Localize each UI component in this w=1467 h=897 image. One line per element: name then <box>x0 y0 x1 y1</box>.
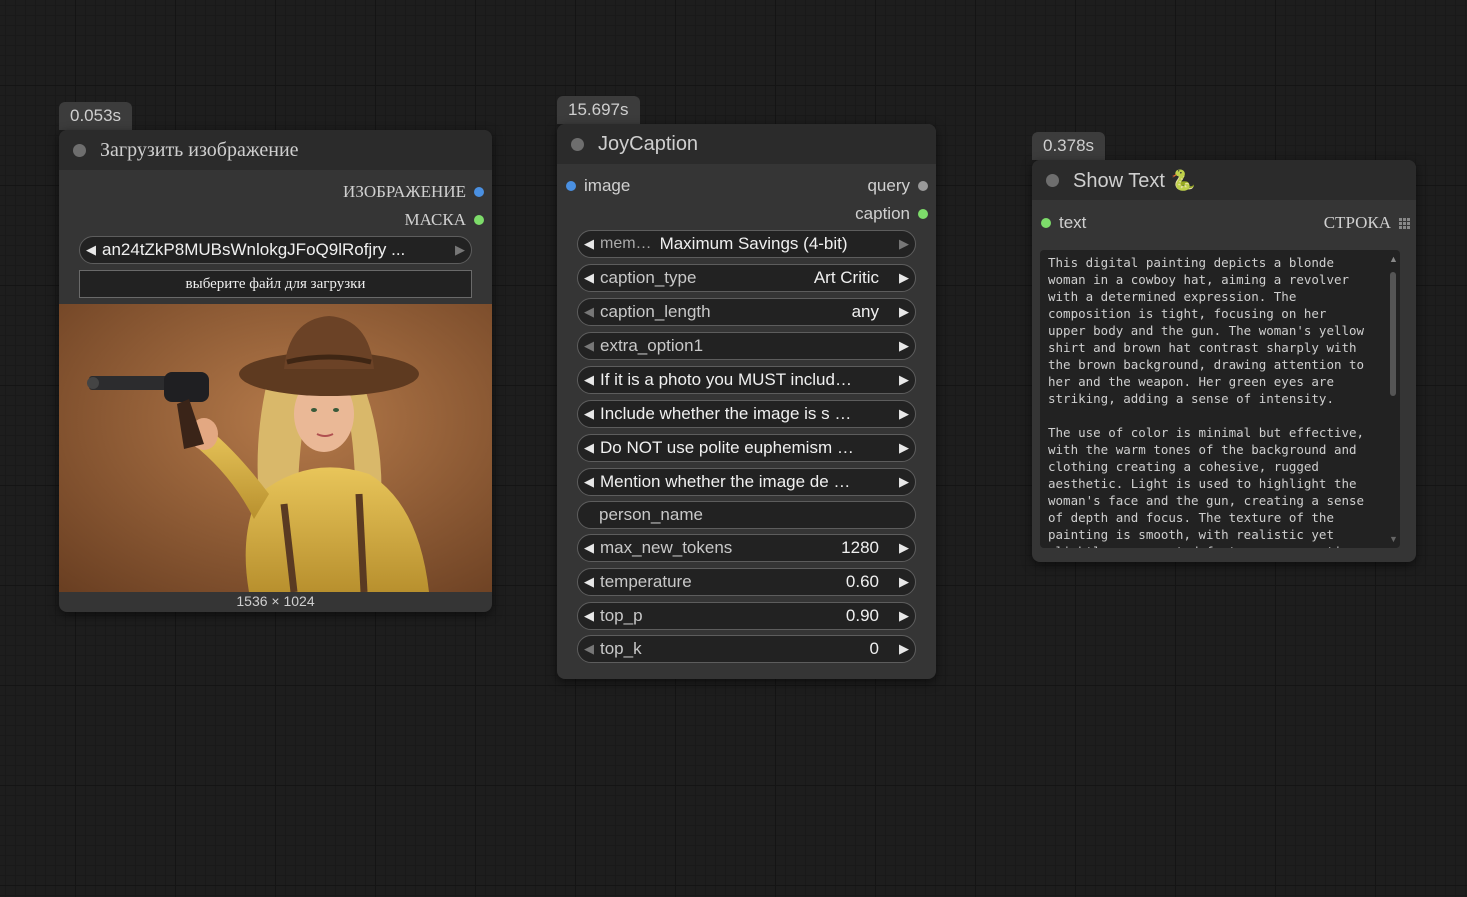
text-line: her and the weapon. Her green eyes are <box>1048 374 1334 389</box>
next-arrow-icon[interactable]: ▶ <box>893 440 915 456</box>
next-arrow-icon[interactable]: ▶ <box>449 242 471 258</box>
text-line: with the warm tones of the background an… <box>1048 442 1357 457</box>
node-status-dot <box>571 137 584 151</box>
joy-node-time-badge: 15.697s <box>557 96 640 124</box>
prev-arrow-icon[interactable]: ◀ <box>578 440 600 456</box>
text-line: painting is smooth, with realistic yet <box>1048 527 1334 542</box>
text-line: upper body and the gun. The woman's yell… <box>1048 323 1365 338</box>
image-size-label: 1536 × 1024 <box>236 593 315 609</box>
text-line <box>1048 407 1400 424</box>
input-slot-text[interactable]: text <box>1041 213 1086 233</box>
node-status-dot <box>1046 173 1059 187</box>
scroll-up-icon[interactable]: ▲ <box>1389 254 1398 264</box>
top-k-number[interactable]: ◀ top_k 0 ▶ <box>577 635 916 663</box>
caption-type-combo[interactable]: ◀ caption_type Art Critic ▶ <box>577 264 916 292</box>
text-line: shirt and brown hat contrast sharply wit… <box>1048 340 1357 355</box>
increment-arrow-icon[interactable]: ▶ <box>893 574 915 590</box>
decrement-arrow-icon[interactable]: ◀ <box>578 608 600 624</box>
output-slot-image[interactable]: ИЗОБРАЖЕНИЕ <box>343 182 484 202</box>
textarea-scrollbar[interactable]: ▲ ▼ <box>1386 250 1400 548</box>
query-output-dot[interactable] <box>918 181 928 191</box>
text-input-dot[interactable] <box>1041 218 1051 228</box>
load-node-time-badge: 0.053s <box>59 102 133 130</box>
top-p-number[interactable]: ◀ top_p 0.90 ▶ <box>577 602 916 630</box>
output-slot-mask[interactable]: МАСКА <box>404 210 484 230</box>
prev-arrow-icon[interactable]: ◀ <box>578 372 600 388</box>
next-arrow-icon[interactable]: ▶ <box>893 474 915 490</box>
text-line: the brown background, drawing attention … <box>1048 357 1365 372</box>
decrement-arrow-icon[interactable]: ◀ <box>578 574 600 590</box>
show-node-header[interactable]: Show Text 🐍 <box>1032 160 1416 200</box>
max-new-tokens-number[interactable]: ◀ max_new_tokens 1280 ▶ <box>577 534 916 562</box>
text-line: aesthetic. Light is used to highlight th… <box>1048 476 1357 491</box>
caption-output-dot[interactable] <box>918 209 928 219</box>
next-arrow-icon[interactable]: ▶ <box>893 236 915 252</box>
text-line: with a determined expression. The <box>1048 289 1297 304</box>
image-output-dot[interactable] <box>474 187 484 197</box>
text-line: The use of color is minimal but effectiv… <box>1048 425 1365 440</box>
show-node-title: Show Text 🐍 <box>1073 169 1196 192</box>
text-line: This digital painting depicts a blonde <box>1048 255 1334 270</box>
output-text-area[interactable]: This digital painting depicts a blonde wo… <box>1040 250 1400 548</box>
decrement-arrow-icon[interactable]: ◀ <box>578 540 600 556</box>
extra-option-euphemism-combo[interactable]: ◀ Do NOT use polite euphemism … ▶ <box>577 434 916 462</box>
next-arrow-icon[interactable]: ▶ <box>893 304 915 320</box>
extra-option-include-combo[interactable]: ◀ Include whether the image is s … ▶ <box>577 400 916 428</box>
scrollbar-thumb[interactable] <box>1390 272 1396 396</box>
joycaption-node[interactable]: JoyCaption image query caption ◀ mem… Ma… <box>557 124 936 679</box>
increment-arrow-icon[interactable]: ▶ <box>893 608 915 624</box>
text-line: woman's face and the gun, creating a sen… <box>1048 493 1365 508</box>
output-text-content: This digital painting depicts a blonde wo… <box>1040 250 1400 548</box>
increment-arrow-icon[interactable]: ▶ <box>893 641 915 657</box>
extra-option1-combo[interactable]: ◀ extra_option1 ▶ <box>577 332 916 360</box>
mask-output-dot[interactable] <box>474 215 484 225</box>
scroll-down-icon[interactable]: ▼ <box>1389 534 1398 544</box>
output-slot-caption[interactable]: caption <box>855 204 928 224</box>
extra-option-photo-combo[interactable]: ◀ If it is a photo you MUST includ… ▶ <box>577 366 916 394</box>
grid-icon[interactable] <box>1399 217 1410 229</box>
person-name-input[interactable]: person_name <box>577 501 916 529</box>
node-status-dot <box>73 143 86 157</box>
show-node-time-badge: 0.378s <box>1032 132 1106 160</box>
text-line: woman in a cowboy hat, aiming a revolver <box>1048 272 1350 287</box>
joy-node-title: JoyCaption <box>598 132 699 155</box>
text-line: striking, adding a sense of intensity. <box>1048 391 1334 406</box>
memory-mode-combo[interactable]: ◀ mem… Maximum Savings (4-bit) ▶ <box>577 230 916 258</box>
temperature-number[interactable]: ◀ temperature 0.60 ▶ <box>577 568 916 596</box>
extra-option-mention-combo[interactable]: ◀ Mention whether the image de … ▶ <box>577 468 916 496</box>
joy-node-header[interactable]: JoyCaption <box>557 124 936 164</box>
prev-arrow-icon[interactable]: ◀ <box>578 236 600 252</box>
prev-arrow-icon[interactable]: ◀ <box>578 304 600 320</box>
image-preview <box>59 304 492 592</box>
prev-arrow-icon[interactable]: ◀ <box>578 406 600 422</box>
text-line: clothing creating a cohesive, rugged <box>1048 459 1319 474</box>
next-arrow-icon[interactable]: ▶ <box>893 406 915 422</box>
prev-arrow-icon[interactable]: ◀ <box>578 338 600 354</box>
upload-file-button[interactable]: выберите файл для загрузки <box>79 270 472 298</box>
load-node-header[interactable]: Загрузить изображение <box>59 130 492 170</box>
show-text-node[interactable]: Show Text 🐍 text СТРОКА This digital pai… <box>1032 160 1416 562</box>
text-line: slightly exaggerated features, suggestin… <box>1048 543 1400 548</box>
text-line: composition is tight, focusing on her <box>1048 306 1327 321</box>
file-select-combo[interactable]: ◀ an24tZkP8MUBsWnlokgJFoQ9lRofjry ... ▶ <box>79 236 472 264</box>
increment-arrow-icon[interactable]: ▶ <box>893 540 915 556</box>
prev-arrow-icon[interactable]: ◀ <box>578 270 600 286</box>
output-slot-query[interactable]: query <box>867 176 928 196</box>
prev-arrow-icon[interactable]: ◀ <box>578 474 600 490</box>
text-line: of depth and focus. The texture of the <box>1048 510 1334 525</box>
output-slot-string[interactable]: СТРОКА <box>1324 213 1410 233</box>
next-arrow-icon[interactable]: ▶ <box>893 372 915 388</box>
image-input-dot[interactable] <box>566 181 576 191</box>
next-arrow-icon[interactable]: ▶ <box>893 338 915 354</box>
input-slot-image[interactable]: image <box>566 176 630 196</box>
caption-length-combo[interactable]: ◀ caption_length any ▶ <box>577 298 916 326</box>
load-image-node[interactable]: Загрузить изображение ИЗОБРАЖЕНИЕ МАСКА … <box>59 130 492 612</box>
decrement-arrow-icon[interactable]: ◀ <box>578 641 600 657</box>
prev-arrow-icon[interactable]: ◀ <box>80 242 102 258</box>
next-arrow-icon[interactable]: ▶ <box>893 270 915 286</box>
load-node-title: Загрузить изображение <box>100 138 299 161</box>
